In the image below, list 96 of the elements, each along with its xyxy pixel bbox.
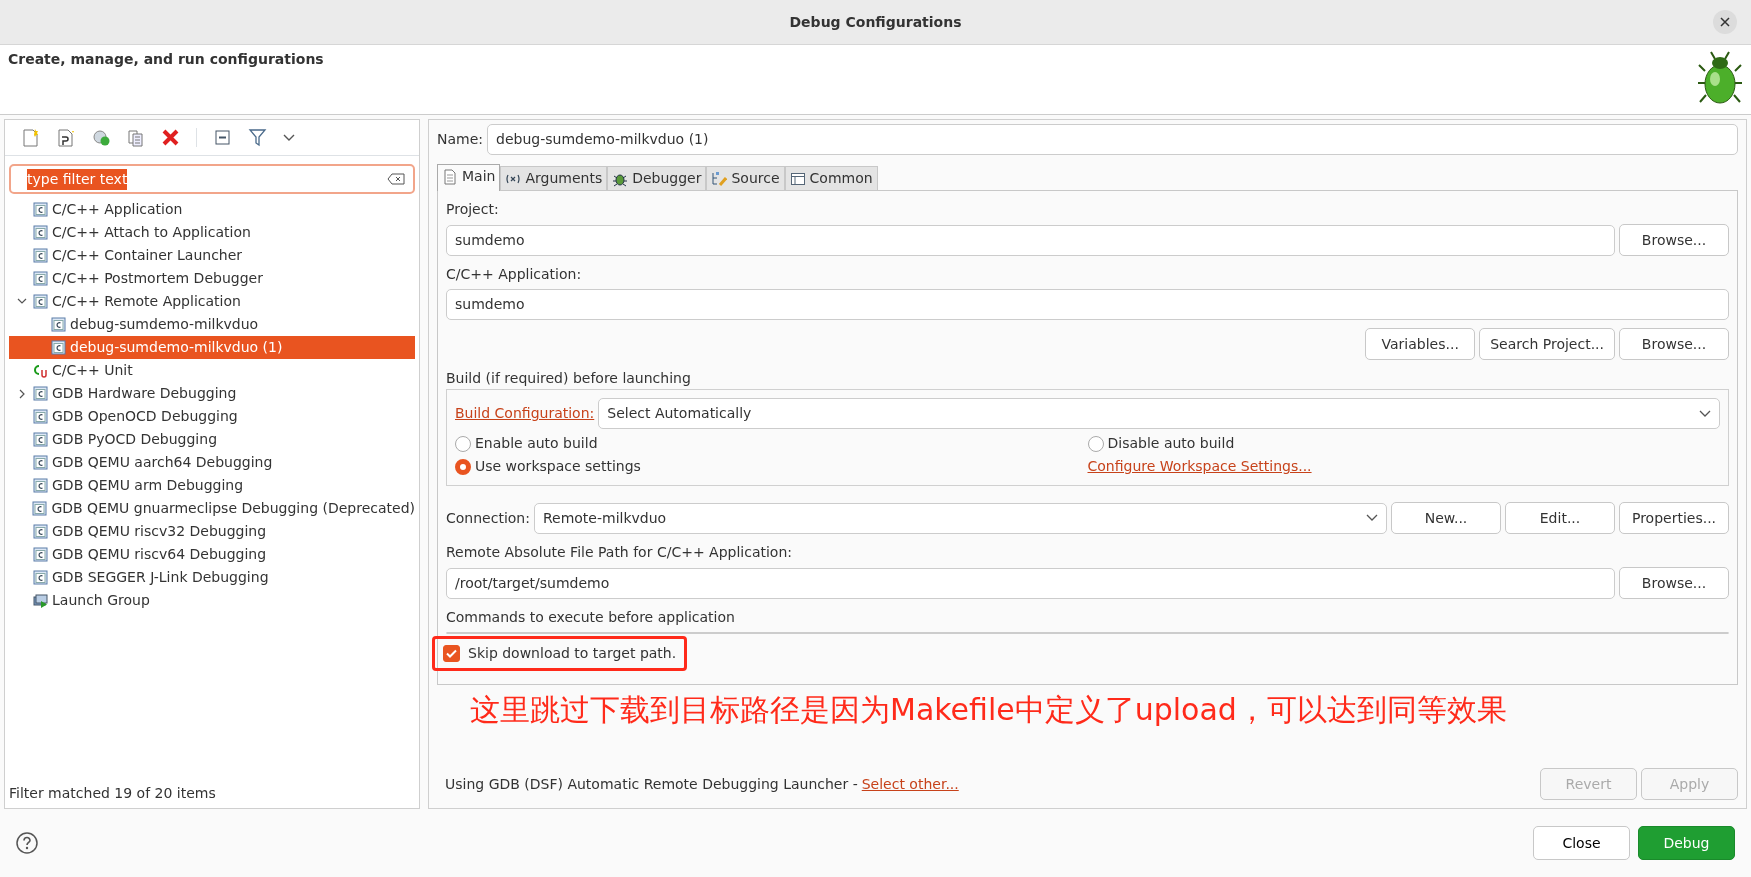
c-file-icon bbox=[33, 432, 48, 447]
duplicate-icon[interactable] bbox=[126, 128, 145, 147]
chevron-down-icon[interactable] bbox=[283, 133, 295, 142]
tree-item[interactable]: GDB QEMU arm Debugging bbox=[9, 474, 415, 497]
c-file-icon bbox=[33, 202, 48, 217]
c-file-icon bbox=[33, 386, 48, 401]
chevron-down-icon bbox=[1366, 514, 1378, 522]
text-field[interactable]: sumdemo bbox=[446, 289, 1729, 320]
browse-button[interactable]: Browse... bbox=[1619, 224, 1729, 256]
c-file-icon bbox=[33, 478, 48, 493]
browse-button[interactable]: Browse... bbox=[1619, 567, 1729, 599]
dialog-heading: Create, manage, and run configurations bbox=[8, 50, 324, 69]
tree-item[interactable]: GDB QEMU riscv32 Debugging bbox=[9, 520, 415, 543]
launcher-text: Using GDB (DSF) Automatic Remote Debugging Launcher - bbox=[445, 774, 858, 794]
tab[interactable]: Arguments bbox=[500, 166, 608, 190]
close-button[interactable]: Close bbox=[1533, 826, 1630, 860]
tree-item[interactable]: Launch Group bbox=[9, 589, 415, 612]
c-file-icon bbox=[51, 340, 66, 355]
field-label: Commands to execute before application bbox=[446, 608, 736, 627]
build-configuration-link[interactable]: Build Configuration: bbox=[455, 403, 595, 424]
c-file-icon bbox=[33, 271, 48, 286]
c-file-icon bbox=[33, 570, 48, 585]
dropdown[interactable]: Remote-milkvduo bbox=[533, 502, 1387, 534]
dropdown[interactable]: Select Automatically bbox=[598, 398, 1720, 429]
tab[interactable]: Debugger bbox=[607, 166, 707, 190]
chevron-down-icon bbox=[1699, 409, 1711, 418]
tab[interactable]: Source bbox=[706, 166, 785, 190]
tree-item[interactable]: C/C++ Container Launcher bbox=[9, 244, 415, 267]
c-file-icon bbox=[33, 547, 48, 562]
close-button[interactable] bbox=[1713, 10, 1737, 34]
group-legend: Build (if required) before launching bbox=[446, 368, 1729, 389]
help-icon[interactable] bbox=[16, 832, 38, 854]
collapse-all-icon[interactable] bbox=[213, 128, 232, 147]
tree-item[interactable]: GDB QEMU aarch64 Debugging bbox=[9, 451, 415, 474]
c-file-icon bbox=[51, 317, 66, 332]
c-file-icon bbox=[33, 225, 48, 240]
delete-icon[interactable] bbox=[161, 128, 180, 147]
tree-item[interactable]: GDB PyOCD Debugging bbox=[9, 428, 415, 451]
c-file-icon bbox=[33, 524, 48, 539]
check-icon bbox=[446, 649, 457, 658]
action-button[interactable]: Edit... bbox=[1505, 502, 1615, 534]
workspace-settings-link[interactable]: Configure Workspace Settings... bbox=[1087, 458, 1312, 474]
c-file-icon bbox=[33, 248, 48, 263]
filter-status: Filter matched 19 of 20 items bbox=[8, 784, 217, 803]
tree-item[interactable]: GDB Hardware Debugging bbox=[9, 382, 415, 405]
debug-button[interactable]: Debug bbox=[1638, 826, 1735, 860]
tree-item[interactable]: GDB QEMU riscv64 Debugging bbox=[9, 543, 415, 566]
radio-option[interactable]: Disable auto build bbox=[1087, 433, 1720, 454]
annotation-text: 这里跳过下载到目标路径是因为Makefile中定义了upload，可以达到同等效果 bbox=[470, 691, 1508, 729]
window-title: Debug Configurations bbox=[789, 12, 962, 32]
tree-item[interactable]: GDB QEMU gnuarmeclipse Debugging (Deprecated) bbox=[9, 497, 415, 520]
launch-group-icon bbox=[33, 593, 48, 608]
action-button[interactable]: Properties... bbox=[1619, 502, 1729, 534]
tab[interactable]: Main bbox=[437, 164, 501, 191]
close-icon bbox=[1720, 17, 1730, 27]
tree-item[interactable]: C/C++ Unit bbox=[9, 359, 415, 382]
field-label: C/C++ Application: bbox=[446, 265, 583, 284]
filter-icon[interactable] bbox=[248, 128, 267, 147]
action-button[interactable]: Browse... bbox=[1619, 328, 1729, 360]
filter-field[interactable]: type filter text bbox=[9, 164, 415, 194]
bug-icon bbox=[1697, 49, 1743, 107]
c-file-icon bbox=[33, 294, 48, 309]
select-other-link[interactable]: Select other... bbox=[861, 773, 959, 795]
tab[interactable]: Common bbox=[784, 166, 878, 190]
tree-item[interactable]: debug-sumdemo-milkvduo (1) bbox=[9, 336, 415, 359]
action-button[interactable]: Search Project... bbox=[1479, 328, 1615, 360]
radio-option[interactable]: Enable auto build bbox=[455, 433, 1088, 454]
field-label: Connection: bbox=[446, 508, 530, 528]
clear-icon[interactable] bbox=[387, 173, 405, 185]
name-field[interactable]: debug-sumdemo-milkvduo (1) bbox=[487, 124, 1738, 155]
c-file-icon bbox=[33, 455, 48, 470]
checkbox[interactable]: Skip download to target path. bbox=[443, 643, 677, 664]
new-prototype-icon[interactable] bbox=[56, 128, 75, 147]
action-button[interactable]: Variables... bbox=[1365, 328, 1476, 360]
table-icon bbox=[789, 170, 806, 187]
tree-item[interactable]: GDB SEGGER J-Link Debugging bbox=[9, 566, 415, 589]
tree-item[interactable]: C/C++ Application bbox=[9, 198, 415, 221]
field-label: Remote Absolute File Path for C/C++ Application: bbox=[446, 543, 793, 562]
tree-item[interactable]: C/C++ Attach to Application bbox=[9, 221, 415, 244]
test-unit-icon bbox=[33, 363, 48, 378]
c-file-icon bbox=[33, 409, 48, 424]
page-icon bbox=[442, 168, 458, 185]
chevron-right-icon[interactable] bbox=[18, 388, 26, 399]
field-label: Project: bbox=[446, 200, 500, 219]
tree-item[interactable]: GDB OpenOCD Debugging bbox=[9, 405, 415, 428]
tree-item[interactable]: C/C++ Remote Application bbox=[9, 290, 415, 313]
field-label: Name: bbox=[437, 130, 484, 149]
text-field[interactable]: sumdemo bbox=[446, 224, 1615, 256]
chevron-down-icon[interactable] bbox=[17, 298, 27, 305]
source-tree-icon bbox=[711, 170, 728, 187]
tree-item[interactable]: C/C++ Postmortem Debugger bbox=[9, 267, 415, 290]
radio-option[interactable]: Use workspace settings bbox=[455, 456, 1088, 477]
action-button[interactable]: New... bbox=[1391, 502, 1501, 534]
c-file-icon bbox=[32, 501, 48, 516]
text-field[interactable]: /root/target/sumdemo bbox=[446, 567, 1615, 599]
tree-item[interactable]: debug-sumdemo-milkvduo bbox=[9, 313, 415, 336]
